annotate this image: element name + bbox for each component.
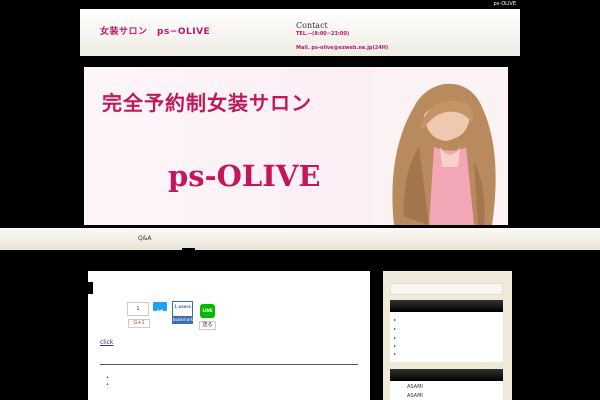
sidebar-list-marker[interactable]: ▸ bbox=[394, 317, 396, 322]
list-item: • bbox=[106, 382, 109, 388]
sidebar-search-box[interactable] bbox=[390, 283, 503, 295]
sidebar-list-marker[interactable]: ▸ bbox=[394, 326, 396, 331]
twitter-share-button[interactable] bbox=[153, 302, 167, 315]
sidebar-list-marker[interactable]: ▸ bbox=[394, 335, 396, 340]
contact-mail[interactable]: Mail. ps-olive@ezweb.ne.jp(24H) bbox=[296, 45, 388, 51]
twitter-icon bbox=[157, 309, 164, 315]
contact-tel: TEL.--(8:00~23:00) bbox=[296, 31, 350, 37]
hatena-users-count: 1 users bbox=[174, 304, 191, 309]
sidebar-item-asami[interactable]: ASAMI bbox=[407, 384, 423, 390]
nav-active-marker bbox=[182, 248, 195, 254]
site-title-link[interactable]: 女装サロン ps−OLIVE bbox=[100, 24, 210, 37]
sidebar-heading-1 bbox=[390, 300, 503, 312]
site-header: 女装サロン ps−OLIVE Contact TEL.--(8:00~23:00… bbox=[80, 9, 520, 56]
top-bar-site-tag: ps-OLIVE bbox=[493, 1, 517, 7]
banner-brand-name: ps-OLIVE bbox=[168, 159, 321, 193]
facebook-like-count[interactable]: 1 bbox=[127, 302, 149, 316]
sidebar-list-marker[interactable]: ▸ bbox=[394, 351, 396, 356]
content-divider bbox=[100, 364, 358, 365]
list-item: • bbox=[106, 375, 109, 381]
content-tab-marker bbox=[85, 282, 93, 294]
line-send-label[interactable]: 送る bbox=[199, 321, 216, 330]
nav-item-qa[interactable]: Q&A bbox=[138, 235, 152, 242]
banner-catchphrase: 完全予約制女装サロン bbox=[102, 91, 312, 115]
top-bar: ps-OLIVE bbox=[80, 0, 520, 9]
click-link[interactable]: click bbox=[100, 339, 113, 346]
hero-banner: 完全予約制女装サロン ps-OLIVE bbox=[84, 67, 508, 225]
contact-heading: Contact bbox=[296, 21, 328, 30]
model-photo bbox=[374, 67, 508, 225]
main-content bbox=[88, 271, 370, 400]
global-nav: Q&A bbox=[0, 228, 600, 250]
sidebar-list-1: ▸ ▸ ▸ ▸ ▸ bbox=[390, 312, 503, 362]
sidebar-heading-2 bbox=[390, 369, 503, 381]
sidebar-list-2: ASAMI ASAMI bbox=[390, 381, 503, 400]
line-share-button[interactable]: LINE bbox=[200, 304, 215, 318]
sidebar-list-marker[interactable]: ▸ bbox=[394, 343, 396, 348]
google-plus-button[interactable]: G+1 bbox=[128, 319, 150, 328]
sidebar-item-asami[interactable]: ASAMI bbox=[407, 393, 423, 399]
hatena-bookmark-label: bookmark bbox=[173, 316, 194, 323]
hatena-bookmark-button[interactable]: 1 users bookmark bbox=[172, 301, 193, 324]
